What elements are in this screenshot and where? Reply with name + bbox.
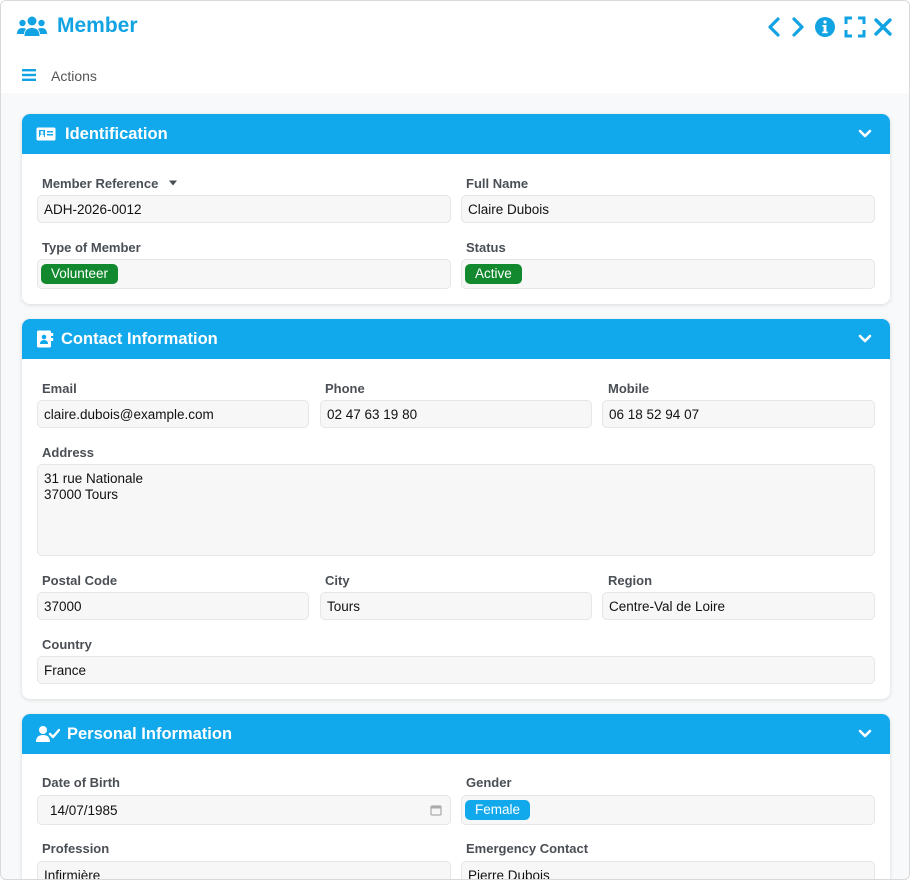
chevron-down-icon[interactable] [858, 128, 872, 140]
mobile-field[interactable]: 06 18 52 94 07 [602, 400, 875, 428]
member-reference-label: Member Reference [42, 176, 159, 191]
prev-icon[interactable] [764, 15, 786, 39]
country-field[interactable]: France [37, 656, 875, 684]
identification-panel: Identification Member Reference ADH-2026… [22, 114, 890, 304]
type-of-member-label: Type of Member [42, 240, 141, 255]
id-card-icon [36, 127, 56, 141]
contact-title: Contact Information [61, 330, 218, 348]
full-name-label: Full Name [466, 176, 529, 191]
next-icon[interactable] [786, 15, 808, 39]
fullscreen-icon[interactable] [844, 15, 866, 39]
postal-code-label: Postal Code [42, 573, 118, 588]
email-field[interactable]: claire.dubois@example.com [37, 400, 309, 428]
menu-icon[interactable] [22, 69, 36, 81]
phone-label: Phone [325, 381, 365, 396]
phone-field[interactable]: 02 47 63 19 80 [320, 400, 592, 428]
address-textarea[interactable]: 31 rue Nationale 37000 Tours [37, 464, 875, 556]
calendar-icon[interactable] [430, 804, 442, 816]
type-badge: Volunteer [41, 264, 119, 284]
personal-header[interactable]: Personal Information [22, 714, 890, 754]
member-window: Member Actions Identification Member Ref… [0, 0, 910, 880]
status-field[interactable]: Active [461, 259, 875, 289]
profession-field[interactable]: Infirmière [37, 861, 451, 879]
window-title: Member [57, 14, 138, 37]
actions-bar: Actions [1, 53, 909, 93]
dob-label: Date of Birth [42, 775, 120, 790]
country-label: Country [42, 637, 92, 652]
personal-panel: Personal Information Date of Birth 14/07… [22, 714, 890, 879]
email-label: Email [42, 381, 77, 396]
contact-header[interactable]: Contact Information [22, 319, 890, 359]
caret-down-icon[interactable] [168, 180, 178, 186]
region-field[interactable]: Centre-Val de Loire [602, 592, 875, 620]
emergency-contact-label: Emergency Contact [466, 841, 589, 856]
type-of-member-field[interactable]: Volunteer [37, 259, 451, 289]
status-label: Status [466, 240, 506, 255]
info-icon[interactable] [814, 15, 836, 39]
contact-panel: Contact Information Email claire.dubois@… [22, 319, 890, 699]
title-bar: Member [1, 1, 909, 53]
actions-menu-button[interactable]: Actions [51, 68, 97, 84]
address-label: Address [42, 445, 95, 460]
mobile-label: Mobile [608, 381, 650, 396]
city-label: City [325, 573, 350, 588]
profession-label: Profession [42, 841, 110, 856]
close-icon[interactable] [872, 15, 894, 39]
chevron-down-icon[interactable] [858, 728, 872, 740]
identification-header[interactable]: Identification [22, 114, 890, 154]
city-field[interactable]: Tours [320, 592, 592, 620]
dob-value: 14/07/1985 [50, 803, 118, 818]
member-reference-field[interactable]: ADH-2026-0012 [37, 195, 451, 223]
contact-book-icon [37, 330, 54, 348]
identification-title: Identification [65, 125, 168, 143]
chevron-down-icon[interactable] [858, 333, 872, 345]
full-name-field[interactable]: Claire Dubois [461, 195, 875, 223]
emergency-contact-field[interactable]: Pierre Dubois [461, 861, 875, 879]
gender-badge: Female [465, 800, 531, 820]
dob-date-input[interactable]: 14/07/1985 [37, 795, 451, 825]
gender-label: Gender [466, 775, 512, 790]
user-check-icon [36, 726, 60, 742]
gender-field[interactable]: Female [461, 795, 875, 825]
postal-code-field[interactable]: 37000 [37, 592, 309, 620]
users-icon [17, 16, 47, 36]
personal-title: Personal Information [67, 725, 233, 743]
status-badge: Active [465, 264, 522, 284]
region-label: Region [608, 573, 653, 588]
